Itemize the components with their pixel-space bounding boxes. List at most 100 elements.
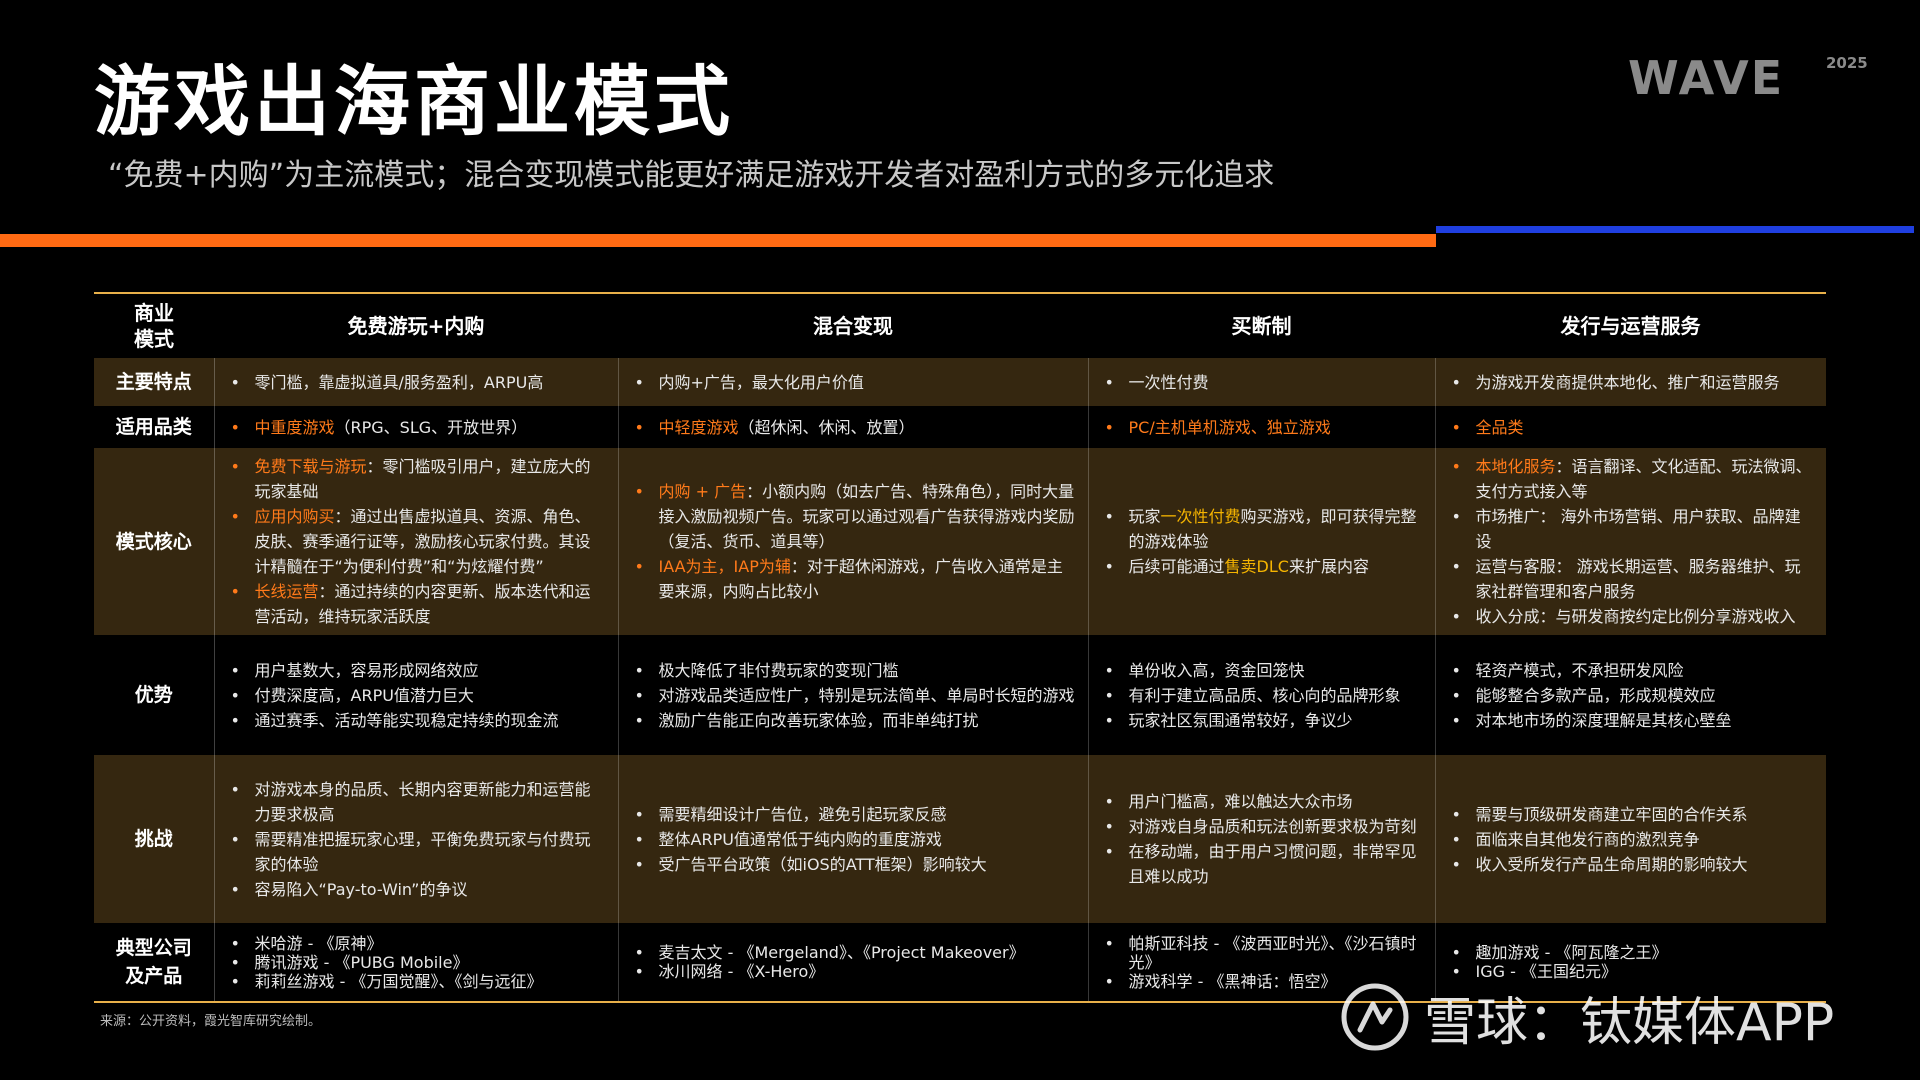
bullet-icon: • <box>634 482 644 501</box>
svg-text:WAVE: WAVE <box>1628 52 1784 102</box>
bullet-icon: • <box>1104 372 1114 392</box>
list-item: • PC/主机单机游戏、独立游戏 <box>1101 415 1423 440</box>
snowball-logo-icon <box>1341 983 1409 1051</box>
cell-core: • 免费下载与游玩：零门槛吸引用户，建立庞大的玩家基础 • 应用内购买：通过出售虚拟道… <box>214 448 619 635</box>
list-item: • 本地化服务：语言翻译、文化适配、玩法微调、支付方式接入等 <box>1448 454 1815 504</box>
list-item-text: 麦吉太文 - 《Mergeland》、《Project Makeover》 <box>658 943 1025 962</box>
list-item: • 趣加游戏 - 《阿瓦隆之王》 <box>1448 943 1815 962</box>
highlight-text: 内购 + 广告 <box>658 482 747 501</box>
list-item: • 收入分成：与研发商按约定比例分享游戏收入 <box>1448 604 1815 629</box>
list-item: • 通过赛季、活动等能实现稳定持续的现金流 <box>227 708 606 733</box>
list-item-text: 受广告平台政策（如iOS的ATT框架）影响较大 <box>658 854 987 874</box>
row-label: 适用品类 <box>94 406 215 448</box>
list-item: • 需要与顶级研发商建立牢固的合作关系 <box>1448 802 1815 827</box>
bullet-icon: • <box>230 417 240 437</box>
bullet-icon: • <box>634 557 644 576</box>
list-item: • 冰川网络 - 《X-Hero》 <box>631 962 1076 981</box>
list-item-text: 轻资产模式，不承担研发风险 <box>1475 660 1684 680</box>
cell-category: • 中轻度游戏（超休闲、休闲、放置） <box>618 406 1089 448</box>
bullet-icon: • <box>1451 829 1461 849</box>
list-item: • 单份收入高，资金回笼快 <box>1101 658 1423 683</box>
list-item: • 轻资产模式，不承担研发风险 <box>1448 658 1815 683</box>
list-item-text: 对游戏自身品质和玩法创新要求极为苛刻 <box>1128 817 1417 836</box>
list-item: • IAA为主，IAP为辅：对于超休闲游戏，广告收入通常是主要来源，内购占比较小 <box>631 554 1076 604</box>
list-item: • 面临来自其他发行商的激烈竞争 <box>1448 827 1815 852</box>
list-item-text: 运营与客服： 游戏长期运营、服务器维护、玩家社群管理和客户服务 <box>1475 557 1801 601</box>
list-item-text: 为游戏开发商提供本地化、推广和运营服务 <box>1475 372 1780 392</box>
list-item-text: 内购+广告，最大化用户价值 <box>658 372 864 392</box>
bullet-icon: • <box>634 372 644 392</box>
list-item: • 市场推广： 海外市场营销、用户获取、品牌建设 <box>1448 504 1815 554</box>
bullet-icon: • <box>634 962 644 981</box>
header-business-model: 商业 模式 <box>134 301 174 351</box>
list-item: • 莉莉丝游戏 - 《万国觉醒》、《剑与远征》 <box>227 972 606 991</box>
business-model-table: 商业 模式 免费游玩+内购 混合变现 买断制 发行与运营服务 主要特点 • 零门槛… <box>94 292 1826 1003</box>
bullet-icon: • <box>230 933 240 953</box>
svg-text:2025: 2025 <box>1826 54 1868 72</box>
cell-advantage: • 用户基数大，容易形成网络效应 • 付费深度高，ARPU值潜力巨大 • 通过赛季、活动等… <box>214 635 619 755</box>
list-item-text: 后续可能通过 <box>1128 557 1225 576</box>
list-item-text: （超休闲、休闲、放置） <box>738 417 915 437</box>
list-item-text: 付费深度高，ARPU值潜力巨大 <box>254 685 474 705</box>
bullet-icon: • <box>230 952 240 972</box>
list-item-text: 米哈游 - 《原神》 <box>254 933 383 953</box>
list-item-text: 零门槛，靠虚拟道具/服务盈利，ARPU高 <box>254 372 544 392</box>
bullet-icon: • <box>1104 417 1114 437</box>
bullet-icon: • <box>230 971 240 991</box>
list-item: • 容易陷入“Pay-to-Win”的争议 <box>227 877 606 902</box>
cell-feature: • 一次性付费 <box>1088 358 1436 406</box>
bullet-icon: • <box>1104 842 1114 861</box>
bullet-icon: • <box>1451 943 1461 962</box>
row-label: 优势 <box>94 635 215 755</box>
list-item-text: 需要与顶级研发商建立牢固的合作关系 <box>1475 804 1748 824</box>
cell-category: • 全品类 <box>1435 406 1826 448</box>
list-item-text: 极大降低了非付费玩家的变现门槛 <box>658 660 899 680</box>
list-item-text: 冰川网络 - 《X-Hero》 <box>658 962 825 981</box>
list-item-text: 莉莉丝游戏 - 《万国觉醒》、《剑与远征》 <box>254 971 543 991</box>
bullet-icon: • <box>634 710 644 730</box>
row-label: 主要特点 <box>94 358 215 406</box>
list-item-text: 对本地市场的深度理解是其核心壁垒 <box>1475 710 1732 730</box>
list-item: • 应用内购买：通过出售虚拟道具、资源、角色、皮肤、赛季通行证等，激励核心玩家付费… <box>227 504 606 579</box>
bullet-icon: • <box>1104 792 1114 811</box>
accent-bar-blue <box>1436 226 1914 233</box>
bullet-icon: • <box>634 854 644 874</box>
list-item: • 麦吉太文 - 《Mergeland》、《Project Makeover》 <box>631 943 1076 962</box>
list-item-text: 在移动端，由于用户习惯问题，非常罕见且难以成功 <box>1128 842 1417 886</box>
list-item: • 用户基数大，容易形成网络效应 <box>227 658 606 683</box>
page-title: 游戏出海商业模式 <box>94 57 734 146</box>
row-label: 典型公司 及产品 <box>94 923 215 1002</box>
cell-core: • 玩家一次性付费购买游戏，即可获得完整的游戏体验 • 后续可能通过售卖DLC来扩展内… <box>1088 448 1436 635</box>
header-buyout: 买断制 <box>1231 313 1292 338</box>
list-item-text: 帕斯亚科技 - 《波西亚时光》、《沙石镇时光》 <box>1128 933 1417 972</box>
list-item-text: 市场推广： 海外市场营销、用户获取、品牌建设 <box>1475 507 1801 551</box>
highlight-text: 一次性付费 <box>1160 507 1241 526</box>
list-item-text: 有利于建立高品质、核心向的品牌形象 <box>1128 685 1401 705</box>
bullet-icon: • <box>1104 971 1114 991</box>
list-item: • 玩家社区氛围通常较好，争议少 <box>1101 708 1423 733</box>
bullet-icon: • <box>230 507 240 526</box>
header-publishing: 发行与运营服务 <box>1560 313 1701 338</box>
bullet-icon: • <box>230 829 240 849</box>
bullet-icon: • <box>1451 607 1461 626</box>
list-item: • 中轻度游戏（超休闲、休闲、放置） <box>631 415 1076 440</box>
list-item: • 用户门槛高，难以触达大众市场 <box>1101 789 1423 814</box>
cell-category: • 中重度游戏（RPG、SLG、开放世界） <box>214 406 619 448</box>
page-subtitle: “免费+内购”为主流模式；混合变现模式能更好满足游戏开发者对盈利方式的多元化追求 <box>108 158 1275 193</box>
highlight-text: 长线运营 <box>254 582 319 601</box>
list-item: • 玩家一次性付费购买游戏，即可获得完整的游戏体验 <box>1101 504 1423 554</box>
cell-advantage: • 极大降低了非付费玩家的变现门槛 • 对游戏品类适应性广，特别是玩法简单、单局时长短… <box>618 635 1089 755</box>
list-item: • 后续可能通过售卖DLC来扩展内容 <box>1101 554 1423 579</box>
bullet-icon: • <box>634 829 644 849</box>
bullet-icon: • <box>634 660 644 680</box>
bullet-icon: • <box>230 710 240 730</box>
list-item: • 长线运营：通过持续的内容更新、版本迭代和运营活动，维持玩家活跃度 <box>227 579 606 629</box>
list-item-text: 激励广告能正向改善玩家体验，而非单纯打扰 <box>658 710 979 730</box>
watermark-text: 雪球：钛媒体APP <box>1424 992 1835 1053</box>
list-item-text: 单份收入高，资金回笼快 <box>1128 660 1305 680</box>
cell-challenge: • 需要精细设计广告位，避免引起玩家反感 • 整体ARPU值通常低于纯内购的重度游戏 •… <box>618 755 1089 923</box>
row-label: 挑战 <box>94 755 215 923</box>
list-item-text: 对游戏品类适应性广，特别是玩法简单、单局时长短的游戏 <box>658 685 1075 705</box>
list-item: • 需要精准把握玩家心理，平衡免费玩家与付费玩家的体验 <box>227 827 606 877</box>
list-item: • 为游戏开发商提供本地化、推广和运营服务 <box>1448 370 1815 395</box>
